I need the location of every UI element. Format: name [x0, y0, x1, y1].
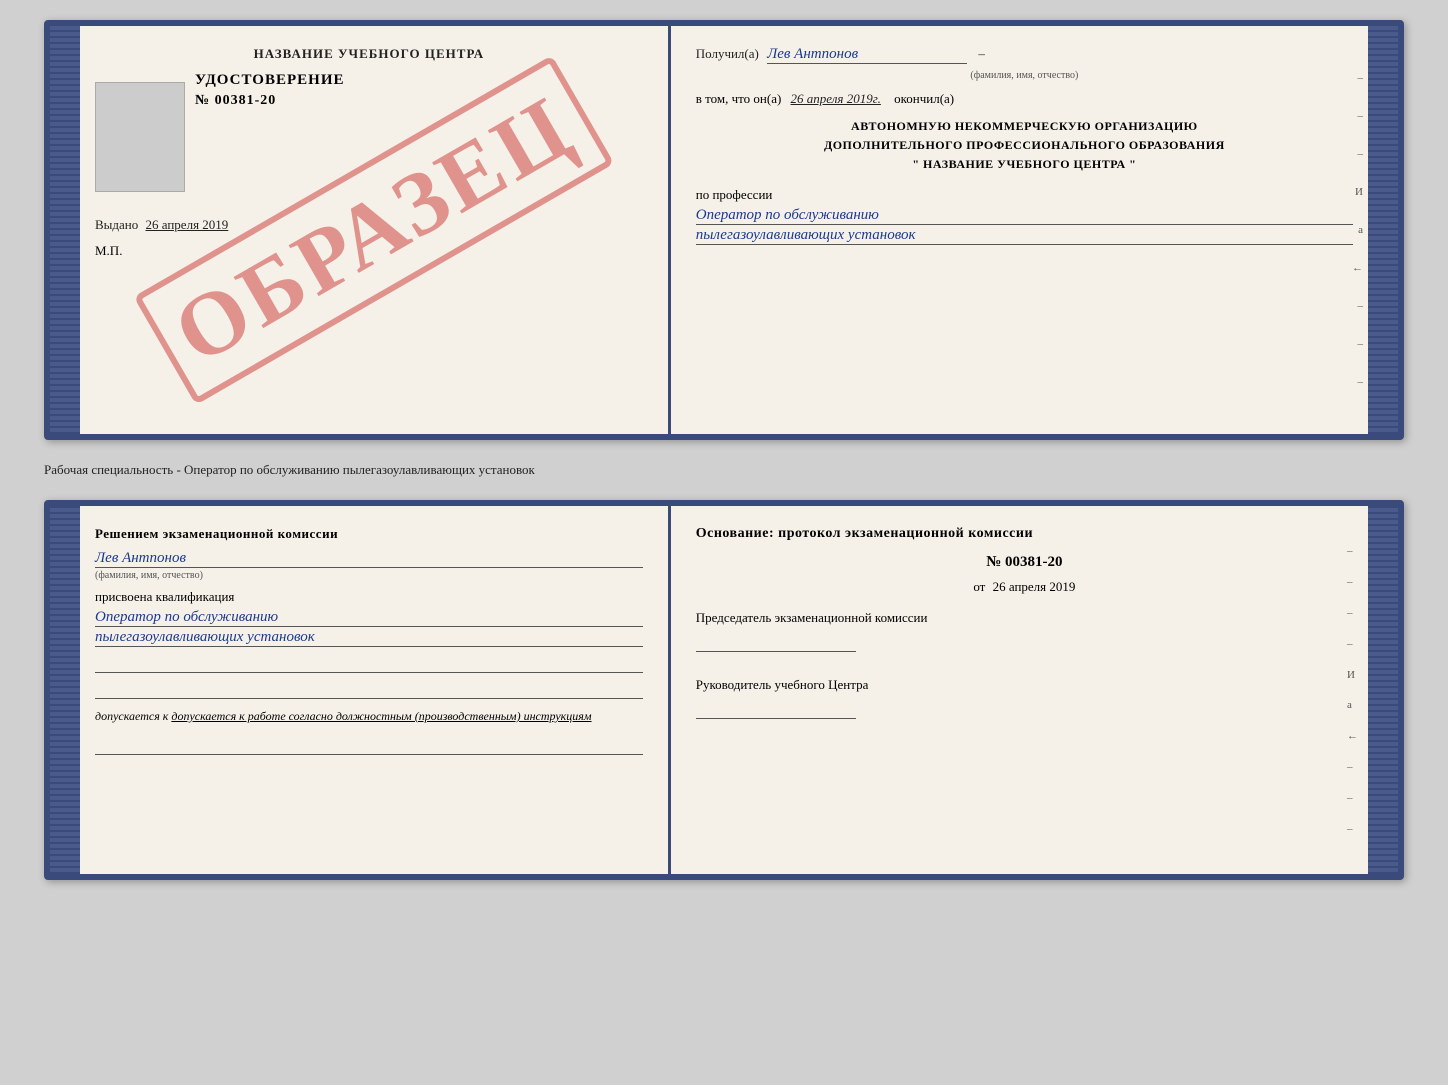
head-label: Руководитель учебного Центра [696, 677, 1353, 693]
basis-title: Основание: протокол экзаменационной коми… [696, 526, 1353, 542]
chairman-label: Председатель экзаменационной комиссии [696, 610, 1353, 626]
chairman-block: Председатель экзаменационной комиссии [696, 610, 1353, 662]
photo-placeholder [95, 82, 185, 192]
spine-right [1368, 26, 1398, 434]
bottom-name-caption: (фамилия, имя, отчество) [95, 570, 643, 581]
bottom-left-page: Решением экзаменационной комиссии Лев Ан… [80, 506, 671, 874]
sign-line-2 [95, 679, 643, 699]
top-certificate-book: НАЗВАНИЕ УЧЕБНОГО ЦЕНТРА УДОСТОВЕРЕНИЕ №… [44, 20, 1404, 440]
chairman-sign-line [696, 632, 856, 652]
bottom-qualification-line1: Оператор по обслуживанию [95, 609, 643, 627]
org-line3: " НАЗВАНИЕ УЧЕБНОГО ЦЕНТРА " [696, 155, 1353, 174]
top-left-page: НАЗВАНИЕ УЧЕБНОГО ЦЕНТРА УДОСТОВЕРЕНИЕ №… [80, 26, 671, 434]
protocol-date: от 26 апреля 2019 [696, 579, 1353, 595]
date-value: 26 апреля 2019г. [791, 91, 881, 106]
bottom-spine-right [1368, 506, 1398, 874]
org-line2: ДОПОЛНИТЕЛЬНОГО ПРОФЕССИОНАЛЬНОГО ОБРАЗО… [696, 136, 1353, 155]
received-label: Получил(а) [696, 46, 759, 61]
admitted-prefix: допускается к [95, 709, 171, 723]
spine-left [50, 26, 80, 434]
mp-line: М.П. [95, 243, 643, 259]
bottom-spine-left [50, 506, 80, 874]
sign-line-3 [95, 735, 643, 755]
org-block: АВТОНОМНУЮ НЕКОММЕРЧЕСКУЮ ОРГАНИЗАЦИЮ ДО… [696, 117, 1353, 175]
date-line: в том, что он(а) 26 апреля 2019г. окончи… [696, 91, 1353, 107]
name-caption-top: (фамилия, имя, отчество) [696, 70, 1353, 81]
separator-text: Рабочая специальность - Оператор по обсл… [44, 458, 1404, 482]
head-block: Руководитель учебного Центра [696, 677, 1353, 729]
admitted-text: допускается к допускается к работе согла… [95, 707, 643, 725]
bottom-qualification-line2: пылегазоулавливающих установок [95, 629, 643, 647]
issued-label: Выдано [95, 217, 138, 232]
finished-label: окончил(а) [894, 91, 954, 106]
top-right-page: Получил(а) Лев Антпонов – (фамилия, имя,… [671, 26, 1368, 434]
right-margin-marks: – – – И а ← – – – [1308, 26, 1368, 434]
decision-name: Лев Антпонов [95, 550, 643, 568]
profession-label: по профессии [696, 187, 1353, 203]
protocol-date-value: 26 апреля 2019 [993, 579, 1076, 594]
org-title-left: НАЗВАНИЕ УЧЕБНОГО ЦЕНТРА [95, 46, 643, 62]
protocol-number: № 00381-20 [696, 554, 1353, 571]
date-prefix: в том, что он(а) [696, 91, 782, 106]
profession-line2: пылегазоулавливающих установок [696, 227, 1353, 245]
assigned-label: присвоена квалификация [95, 589, 643, 605]
mp-label: М.П. [95, 243, 122, 258]
admitted-value: допускается к работе согласно должностны… [171, 709, 591, 723]
issued-line: Выдано 26 апреля 2019 [95, 217, 643, 233]
recipient-name: Лев Антпонов [767, 46, 967, 64]
org-line1: АВТОНОМНУЮ НЕКОММЕРЧЕСКУЮ ОРГАНИЗАЦИЮ [696, 117, 1353, 136]
issued-date: 26 апреля 2019 [146, 217, 229, 232]
bottom-certificate-book: Решением экзаменационной комиссии Лев Ан… [44, 500, 1404, 880]
decision-text: Решением экзаменационной комиссии [95, 526, 643, 542]
head-sign-line [696, 699, 856, 719]
protocol-date-prefix: от [973, 579, 985, 594]
recipient-line: Получил(а) Лев Антпонов – [696, 46, 1353, 64]
bottom-right-margin-marks: – – – – И а ← – – – [1342, 506, 1363, 874]
profession-line1: Оператор по обслуживанию [696, 207, 1353, 225]
sign-line-1 [95, 653, 643, 673]
bottom-right-page: Основание: протокол экзаменационной коми… [671, 506, 1368, 874]
